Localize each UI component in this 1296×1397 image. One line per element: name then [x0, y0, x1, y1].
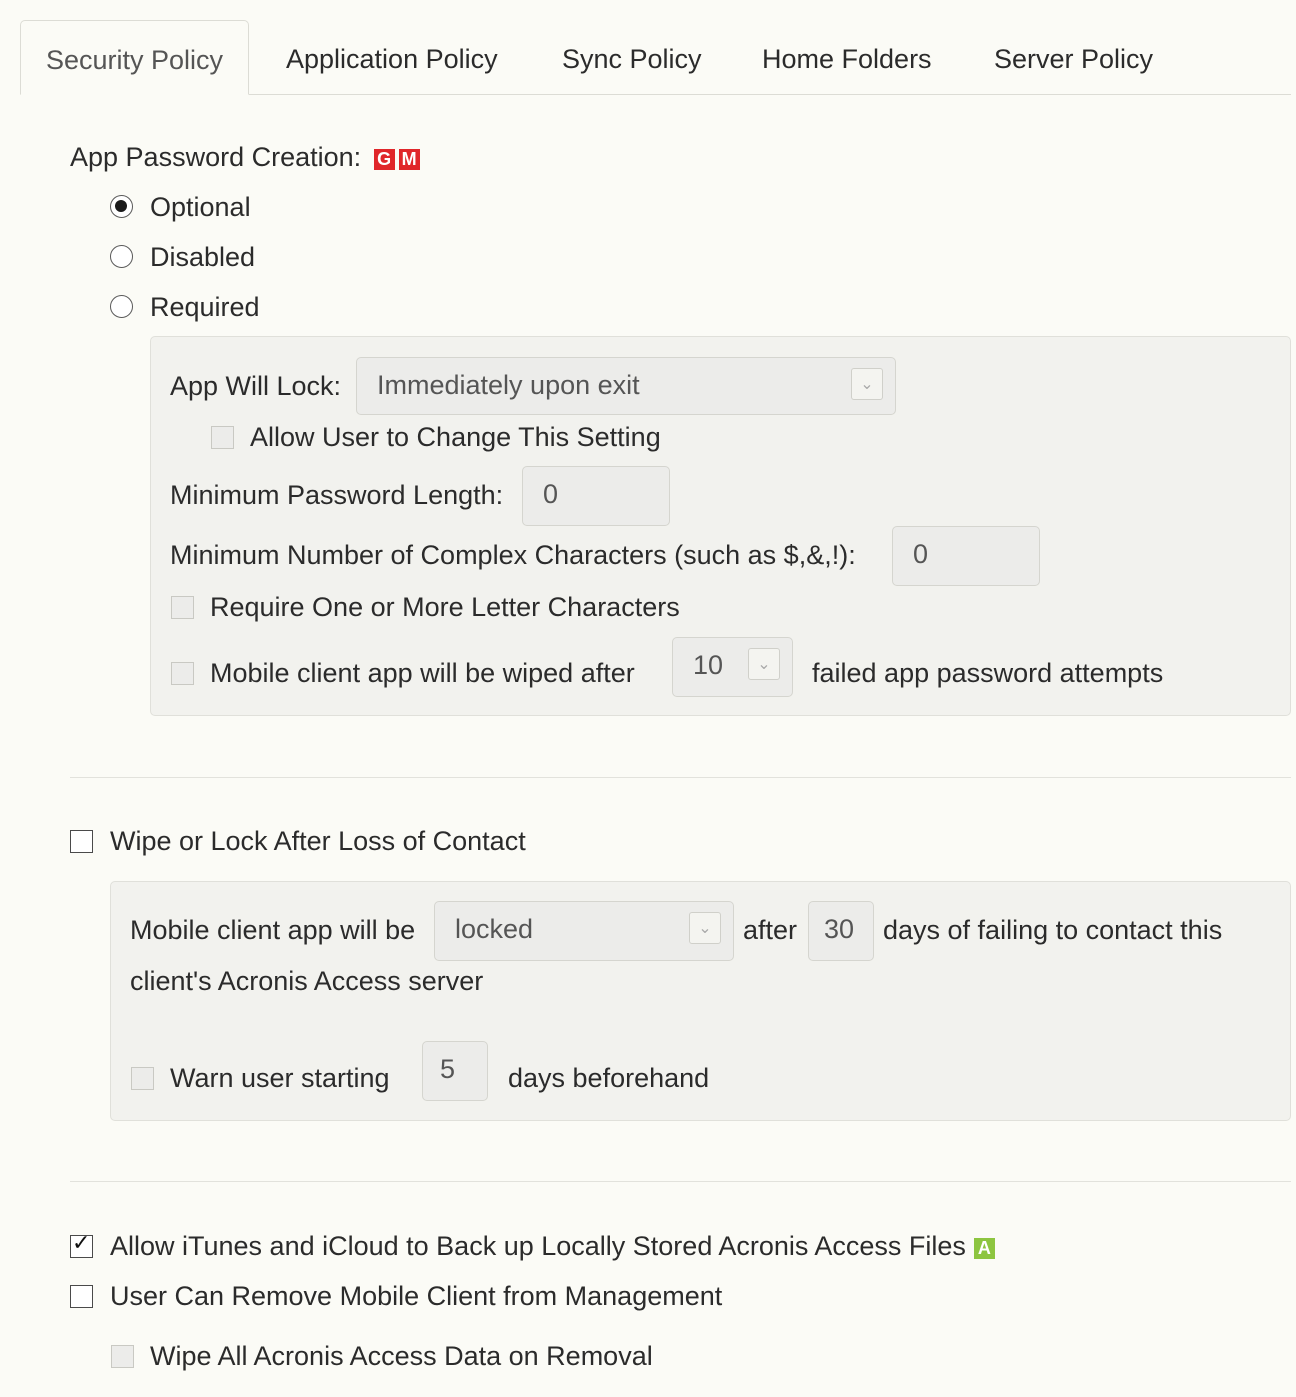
warn-user-prefix: Warn user starting — [170, 1063, 390, 1093]
allow-change-checkbox[interactable] — [211, 426, 234, 449]
min-complex-input[interactable]: 0 — [892, 526, 1040, 586]
mobile-badge-icon: M — [398, 149, 420, 170]
allow-backup-label[interactable]: Allow iTunes and iCloud to Back up Local… — [110, 1231, 966, 1261]
loss-of-contact-action-value: locked — [455, 914, 534, 944]
radio-disabled-label[interactable]: Disabled — [150, 240, 255, 274]
wipe-after-attempts-checkbox[interactable] — [171, 662, 194, 685]
wipe-after-attempts-prefix: Mobile client app will be wiped after — [210, 658, 635, 688]
warn-user-suffix: days beforehand — [508, 1063, 710, 1093]
tab-home-folders[interactable]: Home Folders — [762, 20, 932, 95]
wipe-after-attempts-suffix: failed app password attempts — [812, 658, 1164, 688]
min-complex-label: Minimum Number of Complex Characters (su… — [170, 540, 856, 570]
google-badge-icon: G — [373, 149, 395, 170]
allow-backup-row: Allow iTunes and iCloud to Back up Local… — [110, 1229, 995, 1263]
app-password-heading-text: App Password Creation: — [70, 142, 362, 172]
radio-disabled[interactable] — [110, 245, 133, 268]
loss-of-contact-label[interactable]: Wipe or Lock After Loss of Contact — [110, 824, 526, 858]
app-will-lock-select[interactable]: Immediately upon exit ⌄ — [356, 357, 896, 415]
chevron-down-icon: ⌄ — [689, 912, 721, 944]
section-divider — [70, 1181, 1291, 1182]
allow-backup-checkbox[interactable] — [70, 1231, 93, 1258]
section-divider — [70, 777, 1291, 778]
loss-of-contact-prefix: Mobile client app will be — [130, 915, 416, 945]
require-letter-label: Require One or More Letter Characters — [210, 592, 680, 622]
wipe-attempts-value: 10 — [693, 650, 724, 680]
radio-optional[interactable] — [110, 195, 133, 218]
loss-of-contact-suffix-line1: days of failing to contact this — [883, 915, 1223, 945]
min-complex-value: 0 — [913, 539, 929, 569]
min-length-value: 0 — [543, 479, 559, 509]
min-length-input[interactable]: 0 — [522, 466, 670, 526]
wipe-attempts-select[interactable]: 10 ⌄ — [672, 637, 793, 697]
loss-of-contact-checkbox[interactable] — [70, 830, 93, 853]
tab-security-policy[interactable]: Security Policy — [20, 20, 250, 95]
loss-of-contact-days-value: 30 — [824, 914, 855, 944]
tab-application-policy[interactable]: Application Policy — [286, 20, 498, 95]
loss-of-contact-days-input[interactable]: 30 — [808, 901, 874, 961]
android-badge-icon: A — [973, 1238, 995, 1259]
app-will-lock-label: App Will Lock: — [170, 371, 342, 401]
radio-required-label[interactable]: Required — [150, 290, 260, 324]
user-can-remove-label[interactable]: User Can Remove Mobile Client from Manag… — [110, 1279, 722, 1313]
chevron-down-icon: ⌄ — [851, 368, 883, 400]
wipe-on-removal-checkbox[interactable] — [111, 1345, 134, 1368]
allow-change-label: Allow User to Change This Setting — [250, 422, 661, 452]
tab-sync-policy[interactable]: Sync Policy — [562, 20, 702, 95]
warn-user-checkbox[interactable] — [131, 1067, 154, 1090]
app-password-heading: App Password Creation: GM — [70, 140, 420, 174]
require-letter-checkbox[interactable] — [171, 596, 194, 619]
user-can-remove-checkbox[interactable] — [70, 1285, 93, 1308]
app-will-lock-value: Immediately upon exit — [377, 370, 640, 400]
loss-of-contact-suffix-line2: client's Acronis Access server — [130, 966, 484, 996]
wipe-on-removal-label: Wipe All Acronis Access Data on Removal — [150, 1341, 653, 1371]
radio-optional-label[interactable]: Optional — [150, 190, 251, 224]
radio-required[interactable] — [110, 295, 133, 318]
loss-of-contact-action-select[interactable]: locked ⌄ — [434, 901, 734, 961]
tab-server-policy[interactable]: Server Policy — [994, 20, 1153, 95]
min-length-label: Minimum Password Length: — [170, 480, 504, 510]
loss-of-contact-after: after — [743, 915, 798, 945]
warn-user-days-input[interactable]: 5 — [422, 1041, 488, 1101]
warn-user-days-value: 5 — [440, 1054, 456, 1084]
chevron-down-icon: ⌄ — [748, 648, 780, 680]
